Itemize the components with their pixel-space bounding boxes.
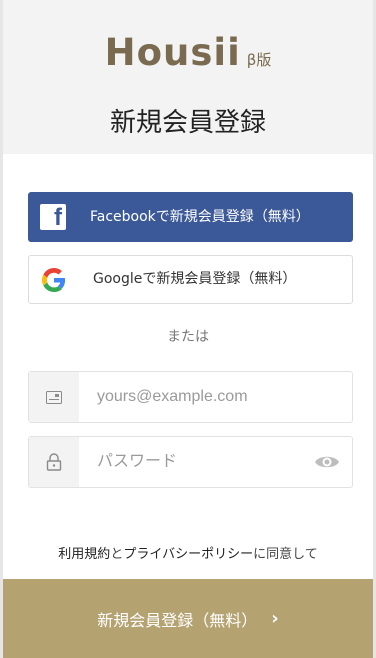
beta-badge: β版: [246, 51, 272, 69]
agreement-and: と: [110, 547, 124, 562]
google-signup-label: Googleで新規会員登録（無料）: [93, 271, 297, 287]
password-field[interactable]: [28, 436, 353, 488]
signup-card: Housii β版 新規会員登録 f Facebookで新規会員登録（無料） Go…: [3, 0, 373, 658]
agreement-suffix: に同意して: [253, 547, 318, 562]
google-signup-button[interactable]: Googleで新規会員登録（無料）: [28, 255, 353, 304]
eye-icon[interactable]: [314, 452, 340, 472]
email-input[interactable]: [79, 372, 327, 422]
facebook-signup-label: Facebookで新規会員登録（無料）: [90, 209, 310, 225]
chevron-right-icon: ›: [271, 608, 279, 629]
privacy-policy-link[interactable]: プライバシーポリシー: [123, 547, 253, 562]
header: Housii β版 新規会員登録: [3, 0, 373, 154]
password-icon-box: [29, 437, 79, 487]
google-icon: [42, 268, 66, 292]
brand-logo[interactable]: Housii β版: [3, 31, 373, 74]
agreement-text: 利用規約とプライバシーポリシーに同意して: [3, 543, 373, 562]
terms-link[interactable]: 利用規約: [58, 547, 110, 562]
or-divider: または: [167, 329, 209, 345]
email-icon-box: [29, 372, 79, 422]
password-input[interactable]: [79, 437, 327, 487]
email-field[interactable]: [28, 371, 353, 423]
page-title: 新規会員登録: [109, 108, 266, 138]
signup-submit-button[interactable]: 新規会員登録（無料） ›: [3, 579, 373, 658]
facebook-signup-button[interactable]: f Facebookで新規会員登録（無料）: [28, 192, 353, 242]
brand-name: Housii: [104, 31, 241, 74]
submit-label: 新規会員登録（無料）: [97, 610, 258, 630]
lock-icon: [46, 453, 62, 471]
facebook-icon: f: [40, 204, 66, 231]
email-card-icon: [46, 390, 62, 404]
